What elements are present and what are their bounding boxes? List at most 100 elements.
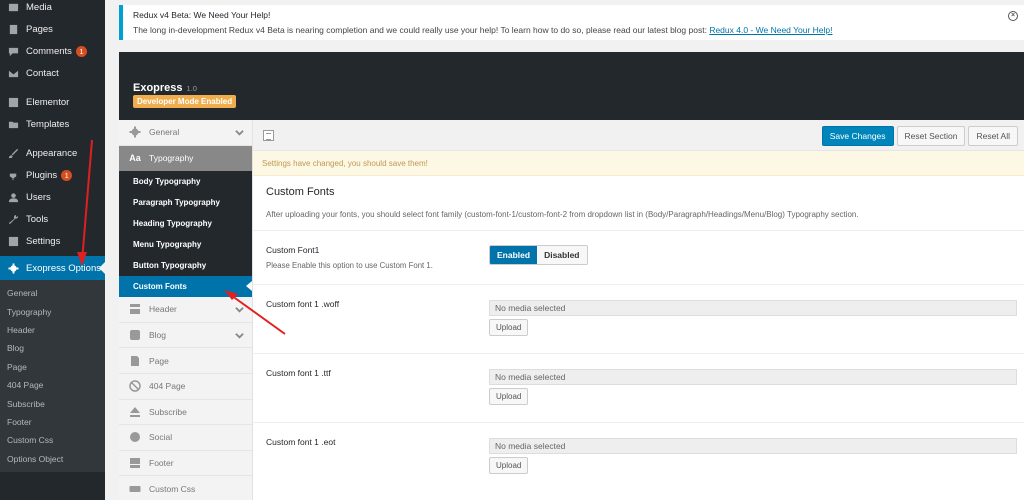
blog-icon (129, 329, 141, 341)
nav-footer[interactable]: Footer (119, 451, 252, 477)
nav-sub-paragraph-typography[interactable]: Paragraph Typography (119, 192, 252, 213)
toolbar-buttons: Save Changes Reset Section Reset All (821, 126, 1018, 146)
eot-label: Custom font 1 .eot (266, 437, 336, 447)
nav-sub-button-typography[interactable]: Button Typography (119, 255, 252, 276)
menu-settings[interactable]: Settings (0, 230, 105, 252)
eot-media-field[interactable]: No media selected (489, 438, 1017, 454)
keyboard-icon (129, 483, 141, 495)
menu-plugins[interactable]: Plugins 1 (0, 164, 105, 186)
notice-link[interactable]: Redux 4.0 - We Need Your Help! (709, 25, 832, 35)
nav-header[interactable]: Header (119, 297, 252, 323)
reset-section-button[interactable]: Reset Section (896, 126, 966, 146)
menu-tools[interactable]: Tools (0, 208, 105, 230)
menu-media[interactable]: Media (0, 0, 105, 18)
submenu-item[interactable]: Subscribe (0, 394, 105, 412)
sliders-icon (7, 235, 19, 247)
submenu-item[interactable]: Options Object (0, 450, 105, 468)
ttf-upload-button[interactable]: Upload (489, 388, 529, 405)
nav-sub-custom-fonts[interactable]: Custom Fonts (119, 276, 252, 298)
menu-contact[interactable]: Contact (0, 62, 105, 84)
custom-font1-label: Custom Font1 (266, 245, 320, 255)
upload-icon (129, 406, 141, 418)
submenu-item[interactable]: Custom Css (0, 431, 105, 449)
menu-plugins-label: Plugins (26, 169, 58, 181)
font-icon: Aa (129, 153, 141, 164)
paintbrush-icon (7, 147, 19, 159)
woff-media-field[interactable]: No media selected (489, 300, 1017, 316)
field-row-ttf: Custom font 1 .ttf No media selected Upl… (253, 353, 1024, 422)
menu-media-label: Media (26, 1, 52, 13)
redux-header: Exopress 1.0 Developer Mode Enabled (119, 52, 1024, 120)
eot-upload-button[interactable]: Upload (489, 457, 529, 474)
nav-blog[interactable]: Blog (119, 323, 252, 349)
menu-exopress-options[interactable]: Exopress Options (0, 256, 105, 280)
notice-title: Redux v4 Beta: We Need Your Help! (133, 10, 271, 20)
nav-subscribe[interactable]: Subscribe (119, 400, 252, 426)
woff-upload-button[interactable]: Upload (489, 319, 529, 336)
enabled-option[interactable]: Enabled (490, 246, 538, 264)
nav-sub-heading-typography[interactable]: Heading Typography (119, 213, 252, 234)
plug-icon (7, 169, 19, 181)
nav-404-page-label: 404 Page (149, 381, 186, 392)
menu-comments[interactable]: Comments 1 (0, 40, 105, 62)
custom-font1-help: Please Enable this option to use Custom … (266, 261, 433, 270)
save-changes-button[interactable]: Save Changes (821, 126, 894, 146)
exopress-submenu: General Typography Header Blog Page 404 … (0, 280, 105, 472)
chevron-down-icon (235, 305, 244, 314)
globe-icon (129, 431, 141, 443)
nav-subscribe-label: Subscribe (149, 406, 187, 417)
notice-body: The long in-development Redux v4 Beta is… (133, 25, 710, 35)
submenu-item[interactable]: Typography (0, 302, 105, 320)
expand-options-icon[interactable] (263, 130, 274, 141)
options-version: 1.0 (186, 84, 197, 93)
header-icon (129, 303, 141, 315)
redux-main-panel: Save Changes Reset Section Reset All Set… (253, 120, 1024, 500)
submenu-item[interactable]: Blog (0, 339, 105, 357)
submenu-item[interactable]: General (0, 284, 105, 302)
nav-sub-menu-typography[interactable]: Menu Typography (119, 234, 252, 255)
menu-settings-label: Settings (26, 235, 61, 247)
nav-general-label: General (149, 127, 180, 138)
chevron-down-icon (235, 331, 244, 340)
ttf-label: Custom font 1 .ttf (266, 368, 331, 378)
menu-pages[interactable]: Pages (0, 18, 105, 40)
menu-exopress-options-label: Exopress Options (26, 262, 101, 274)
ttf-media-field[interactable]: No media selected (489, 369, 1017, 385)
media-icon (7, 1, 19, 13)
reset-all-button[interactable]: Reset All (968, 126, 1018, 146)
redux-section-nav: General Aa Typography Body Typography Pa… (119, 120, 253, 500)
nav-sub-body-typography[interactable]: Body Typography (119, 171, 252, 192)
menu-users[interactable]: Users (0, 186, 105, 208)
field-row-woff: Custom font 1 .woff No media selected Up… (253, 284, 1024, 353)
section-description: After uploading your fonts, you should s… (266, 210, 859, 219)
typography-subsections: Body Typography Paragraph Typography Hea… (119, 171, 252, 298)
nav-social[interactable]: Social (119, 425, 252, 451)
options-title: Exopress 1.0 (133, 82, 197, 94)
submenu-item[interactable]: Footer (0, 413, 105, 431)
submenu-item[interactable]: Header (0, 321, 105, 339)
submenu-item[interactable]: 404 Page (0, 376, 105, 394)
chevron-down-icon (235, 128, 244, 137)
menu-elementor-label: Elementor (26, 96, 70, 108)
nav-footer-label: Footer (149, 458, 174, 469)
elementor-icon (7, 96, 19, 108)
nav-typography[interactable]: Aa Typography (119, 145, 252, 172)
close-icon[interactable]: × (1008, 11, 1018, 21)
section-title: Custom Fonts (266, 186, 335, 198)
menu-templates[interactable]: Templates (0, 113, 105, 135)
menu-elementor[interactable]: Elementor (0, 91, 105, 113)
nav-page[interactable]: Page (119, 348, 252, 374)
submenu-item[interactable]: Page (0, 358, 105, 376)
menu-tools-label: Tools (26, 213, 49, 225)
nav-custom-css[interactable]: Custom Css (119, 476, 252, 500)
redux-toolbar: Save Changes Reset Section Reset All (253, 120, 1024, 151)
field-row-eot: Custom font 1 .eot No media selected Upl… (253, 422, 1024, 500)
nav-general[interactable]: General (119, 120, 252, 146)
disabled-option[interactable]: Disabled (537, 246, 587, 264)
wrench-icon (7, 213, 19, 225)
nav-404-page[interactable]: 404 Page (119, 374, 252, 400)
menu-appearance-label: Appearance (26, 147, 78, 159)
page-icon (129, 355, 141, 367)
menu-appearance[interactable]: Appearance (0, 142, 105, 164)
wp-admin-sidebar: Media Pages Comments 1 Contact Elementor… (0, 0, 105, 500)
